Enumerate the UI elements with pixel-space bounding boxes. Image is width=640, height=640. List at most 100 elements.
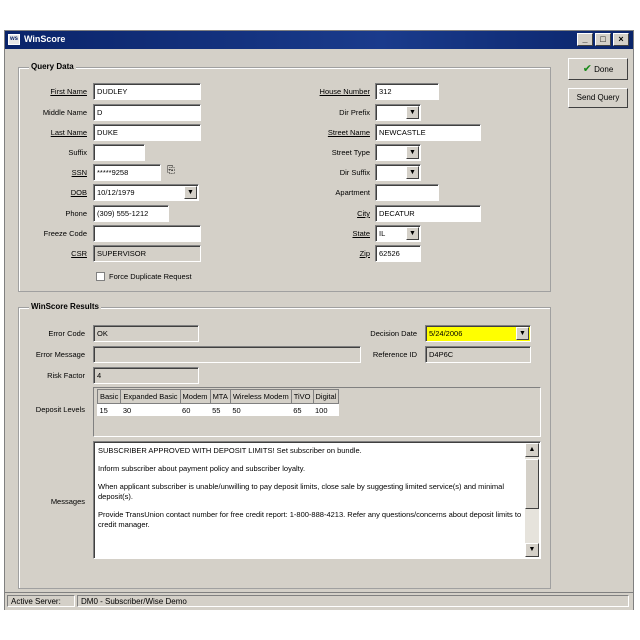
app-icon: ws — [8, 34, 20, 45]
state-value: IL — [379, 229, 386, 238]
checkmark-icon: ✔ — [582, 63, 592, 75]
apartment-label: Apartment — [335, 188, 370, 197]
app-window: ws WinScore _ □ × Query Data First Name … — [4, 30, 634, 610]
maximize-button[interactable]: □ — [595, 33, 611, 46]
dob-select[interactable]: 10/12/1979 ▼ — [93, 184, 199, 201]
house-number-field[interactable]: 312 — [375, 83, 439, 100]
deposit-value-cell: 55 — [212, 405, 221, 415]
ssn-lookup-icon[interactable]: ⎘ — [167, 165, 175, 176]
last-name-label: Last Name — [50, 128, 87, 137]
ssn-field[interactable]: *****9258 — [93, 164, 161, 181]
dir-prefix-label: Dir Prefix — [339, 108, 370, 117]
chevron-down-icon[interactable]: ▼ — [406, 106, 419, 119]
deposit-value-cell: 50 — [232, 405, 241, 415]
chevron-down-icon[interactable]: ▼ — [406, 146, 419, 159]
deposit-header-row: Basic Expanded Basic Modem MTA Wireless … — [96, 389, 340, 404]
title-bar[interactable]: ws WinScore _ □ × — [5, 31, 633, 49]
middle-name-label: Middle Name — [42, 108, 87, 117]
deposit-levels-label: Deposit Levels — [35, 405, 85, 414]
freeze-code-label: Freeze Code — [43, 229, 87, 238]
street-name-label: Street Name — [327, 128, 370, 137]
force-duplicate-label: Force Duplicate Request — [109, 272, 192, 281]
zip-label: Zip — [359, 249, 370, 258]
messages-label: Messages — [50, 497, 85, 506]
street-type-select[interactable]: ▼ — [375, 144, 421, 161]
house-number-label: House Number — [319, 87, 370, 96]
window-title: WinScore — [24, 34, 66, 44]
chevron-down-icon[interactable]: ▼ — [184, 186, 197, 199]
deposit-header-cell[interactable]: Modem — [179, 389, 211, 404]
state-label: State — [352, 229, 370, 238]
last-name-field[interactable]: DUKE — [93, 124, 201, 141]
decision-date-label: Decision Date — [370, 329, 417, 338]
csr-label: CSR — [71, 249, 87, 258]
send-query-button[interactable]: Send Query — [568, 88, 628, 108]
ssn-label: SSN — [71, 168, 87, 177]
deposit-value-row: 15 30 60 55 50 65 100 — [98, 404, 339, 417]
phone-field[interactable]: (309) 555-1212 — [93, 205, 169, 222]
deposit-header-cell[interactable]: MTA — [209, 389, 231, 404]
messages-scrollbar[interactable]: ▲ ▼ — [525, 443, 539, 557]
deposit-value-cell: 100 — [315, 405, 328, 415]
deposit-value-cell: 65 — [293, 405, 302, 415]
reference-id-label: Reference ID — [372, 350, 417, 359]
freeze-code-field[interactable] — [93, 225, 201, 242]
dob-value: 10/12/1979 — [97, 188, 135, 197]
city-label: City — [357, 209, 370, 218]
error-message-field — [93, 346, 361, 363]
error-code-field: OK — [93, 325, 199, 342]
dir-prefix-select[interactable]: ▼ — [375, 104, 421, 121]
decision-date-select[interactable]: 5/24/2006 ▼ — [425, 325, 531, 342]
deposit-header-cell[interactable]: TiVO — [290, 389, 314, 404]
results-title: WinScore Results — [29, 302, 101, 311]
chevron-down-icon[interactable]: ▼ — [406, 227, 419, 240]
suffix-field[interactable] — [93, 144, 145, 161]
error-code-label: Error Code — [48, 329, 85, 338]
done-button[interactable]: ✔ Done — [568, 58, 628, 80]
csr-field: SUPERVISOR — [93, 245, 201, 262]
close-button[interactable]: × — [613, 33, 629, 46]
middle-name-field[interactable]: D — [93, 104, 201, 121]
deposit-value-cell: 30 — [122, 405, 132, 415]
chevron-down-icon[interactable]: ▼ — [516, 327, 529, 340]
deposit-header-cell[interactable]: Basic — [96, 389, 122, 404]
deposit-value-cell: 15 — [99, 405, 108, 415]
state-select[interactable]: IL ▼ — [375, 225, 421, 242]
deposit-header-cell[interactable]: Digital — [312, 389, 340, 404]
first-name-field[interactable]: DUDLEY — [93, 83, 201, 100]
messages-text: SUBSCRIBER APPROVED WITH DEPOSIT LIMITS!… — [98, 446, 523, 538]
message-line: When applicant subscriber is unable/unwi… — [98, 482, 505, 501]
street-type-label: Street Type — [331, 148, 370, 157]
done-button-label: Done — [594, 65, 614, 74]
first-name-label: First Name — [50, 87, 87, 96]
apartment-field[interactable] — [375, 184, 439, 201]
reference-id-field: D4P6C — [425, 346, 531, 363]
query-data-title: Query Data — [29, 62, 76, 71]
chevron-down-icon[interactable]: ▼ — [406, 166, 419, 179]
deposit-header-cell[interactable]: Expanded Basic — [120, 389, 181, 404]
message-line: Provide TransUnion contact number for fr… — [98, 510, 522, 529]
force-duplicate-checkbox[interactable] — [96, 272, 105, 281]
message-line: SUBSCRIBER APPROVED WITH DEPOSIT LIMITS!… — [98, 446, 362, 455]
city-field[interactable]: DECATUR — [375, 205, 481, 222]
dir-suffix-select[interactable]: ▼ — [375, 164, 421, 181]
deposit-header-cell[interactable]: Wireless Modem — [229, 389, 292, 404]
dob-label: DOB — [70, 188, 87, 197]
street-name-field[interactable]: NEWCASTLE — [375, 124, 481, 141]
phone-label: Phone — [65, 209, 87, 218]
risk-factor-field: 4 — [93, 367, 199, 384]
messages-box[interactable]: SUBSCRIBER APPROVED WITH DEPOSIT LIMITS!… — [93, 441, 541, 559]
scroll-up-icon[interactable]: ▲ — [525, 443, 539, 457]
message-line: Inform subscriber about payment policy a… — [98, 464, 306, 473]
status-bar: Active Server: DM0 - Subscriber/Wise Dem… — [5, 592, 633, 610]
status-label: Active Server: — [7, 595, 75, 607]
suffix-label: Suffix — [68, 148, 87, 157]
deposit-value-cell: 60 — [182, 405, 191, 415]
zip-field[interactable]: 62526 — [375, 245, 421, 262]
dir-suffix-label: Dir Suffix — [339, 168, 370, 177]
scroll-thumb[interactable] — [525, 459, 539, 509]
minimize-button[interactable]: _ — [577, 33, 593, 46]
error-message-label: Error Message — [35, 350, 85, 359]
scroll-down-icon[interactable]: ▼ — [525, 543, 539, 557]
status-value: DM0 - Subscriber/Wise Demo — [77, 595, 629, 607]
